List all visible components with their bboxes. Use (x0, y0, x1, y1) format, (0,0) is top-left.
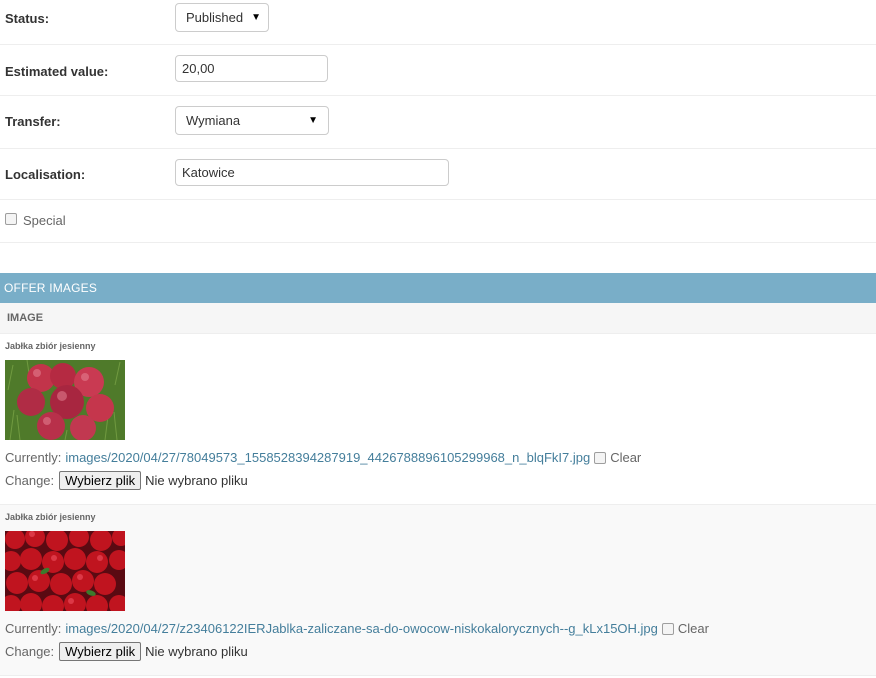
image-column-header: IMAGE (0, 303, 876, 334)
change-line: Change: Wybierz plik Nie wybrano pliku (5, 642, 248, 661)
dropdown-arrow-icon: ▼ (308, 115, 318, 126)
no-file-text: Nie wybrano pliku (145, 644, 248, 659)
status-label: Status: (5, 11, 50, 26)
image-caption: Jabłka zbiór jesienny (5, 512, 96, 522)
localisation-label: Localisation: (5, 167, 86, 182)
special-label: Special (23, 213, 66, 228)
special-row: Special (0, 200, 876, 243)
currently-label: Currently: (5, 450, 62, 465)
estimated-value-input[interactable] (175, 55, 328, 82)
dropdown-arrow-icon: ▼ (251, 12, 262, 23)
change-label: Change: (5, 644, 55, 659)
choose-file-button[interactable]: Wybierz plik (59, 642, 142, 661)
offer-images-header: OFFER IMAGES (0, 273, 876, 303)
currently-line: Currently: images/2020/04/27/78049573_15… (5, 450, 641, 465)
currently-line: Currently: images/2020/04/27/z23406122IE… (5, 621, 709, 636)
choose-file-button[interactable]: Wybierz plik (59, 471, 142, 490)
image-thumbnail (5, 531, 125, 611)
estimated-value-row: Estimated value: (0, 45, 876, 96)
special-checkbox[interactable] (5, 213, 17, 225)
clear-label: Clear (677, 621, 709, 636)
change-line: Change: Wybierz plik Nie wybrano pliku (5, 471, 248, 490)
transfer-label: Transfer: (5, 114, 61, 129)
localisation-row: Localisation: (0, 149, 876, 200)
image-item: Jabłka zbiór jesienny Currently: images/… (0, 334, 876, 505)
clear-checkbox[interactable] (661, 622, 674, 635)
image-caption: Jabłka zbiór jesienny (5, 341, 96, 351)
clear-label: Clear (610, 450, 642, 465)
status-select-value: Published (186, 10, 244, 25)
current-file-link[interactable]: images/2020/04/27/z23406122IERJablka-zal… (65, 621, 658, 636)
change-label: Change: (5, 473, 55, 488)
image-item: Jabłka zbiór jesienny Currently: images/… (0, 505, 876, 676)
transfer-select[interactable]: Wymiana ▼ (175, 106, 329, 135)
image-thumbnail (5, 360, 125, 440)
status-select[interactable]: Published ▼ (175, 3, 269, 32)
current-file-link[interactable]: images/2020/04/27/78049573_1558528394287… (65, 450, 590, 465)
clear-checkbox[interactable] (594, 451, 607, 464)
transfer-row: Transfer: Wymiana ▼ (0, 96, 876, 149)
no-file-text: Nie wybrano pliku (145, 473, 248, 488)
currently-label: Currently: (5, 621, 62, 636)
estimated-value-label: Estimated value: (5, 64, 109, 79)
localisation-input[interactable] (175, 159, 449, 186)
transfer-select-value: Wymiana (186, 113, 241, 128)
status-row: Status: Published ▼ (0, 0, 876, 45)
